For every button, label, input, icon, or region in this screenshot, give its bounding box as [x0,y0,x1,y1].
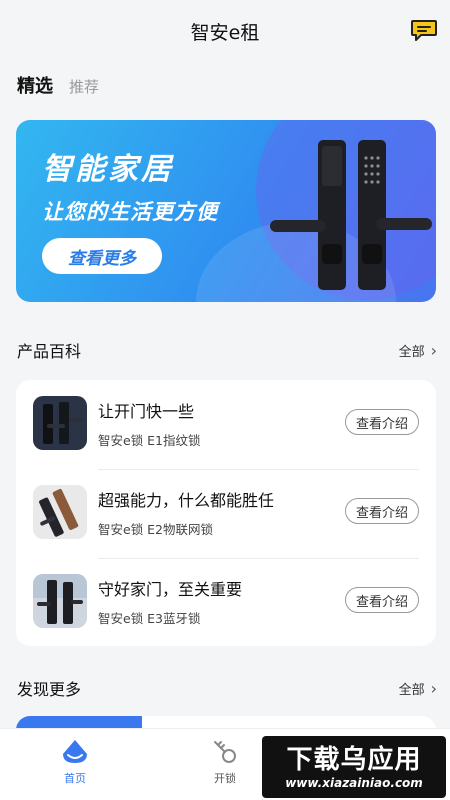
view-all-link[interactable]: 全部 › [399,341,437,360]
product-model: 智安e锁 E2物联网锁 [98,522,214,537]
view-all-label: 全部 [398,344,425,360]
product-item[interactable]: 守好家门，至关重要 智安e锁 E3蓝牙锁 查看介绍 [16,558,436,647]
view-all-link[interactable]: 全部 › [399,679,437,698]
chevron-right-icon: › [430,678,437,698]
product-item[interactable]: 超强能力，什么都能胜任 智安e锁 E2物联网锁 查看介绍 [16,469,436,558]
section-title: 产品百科 [17,342,82,361]
key-icon [210,737,240,767]
top-bar: 智安e租 [0,0,450,60]
product-thumbnail [33,396,87,450]
product-item[interactable]: 让开门快一些 智安e锁 E1指纹锁 查看介绍 [16,380,436,469]
tab-unlock[interactable]: 开锁 [180,737,270,786]
chat-bubble-icon[interactable] [410,18,438,44]
home-icon [60,737,90,767]
product-name: 让开门快一些 [98,402,195,421]
banner-title: 智能家居 [42,152,174,187]
smart-lock-image [266,134,436,294]
tab-home[interactable]: 首页 [30,737,120,786]
discover-header: 发现更多 全部 › [17,676,437,700]
promo-banner[interactable]: 智能家居 让您的生活更方便 查看更多 [16,120,436,302]
chevron-right-icon: › [430,340,437,360]
product-thumbnail [33,574,87,628]
view-all-label: 全部 [398,682,425,698]
content-tabs: 精选 推荐 [17,72,99,98]
view-intro-button[interactable]: 查看介绍 [345,587,419,613]
view-intro-button[interactable]: 查看介绍 [345,409,419,435]
product-model: 智安e锁 E1指纹锁 [98,433,201,448]
view-intro-button[interactable]: 查看介绍 [345,498,419,524]
watermark-logo: 下载乌应用 [286,744,422,775]
view-more-button[interactable]: 查看更多 [42,238,162,274]
product-list-card: 让开门快一些 智安e锁 E1指纹锁 查看介绍 超强能力，什么都能胜任 智安e锁 … [16,380,436,646]
product-model: 智安e锁 E3蓝牙锁 [98,611,201,626]
encyclopedia-header: 产品百科 全部 › [17,338,437,362]
product-name: 超强能力，什么都能胜任 [98,491,275,510]
section-title: 发现更多 [17,680,82,699]
tab-label: 首页 [64,772,86,785]
tab-label: 开锁 [214,772,236,785]
app-title: 智安e租 [190,22,260,44]
product-name: 守好家门，至关重要 [98,580,243,599]
watermark: 下载乌应用 www.xiazainiao.com [262,736,446,798]
tab-featured[interactable]: 精选 [17,72,53,98]
watermark-url: www.xiazainiao.com [285,776,423,790]
tab-recommended[interactable]: 推荐 [69,76,99,97]
product-thumbnail [33,485,87,539]
banner-subtitle: 让您的生活更方便 [42,200,218,224]
